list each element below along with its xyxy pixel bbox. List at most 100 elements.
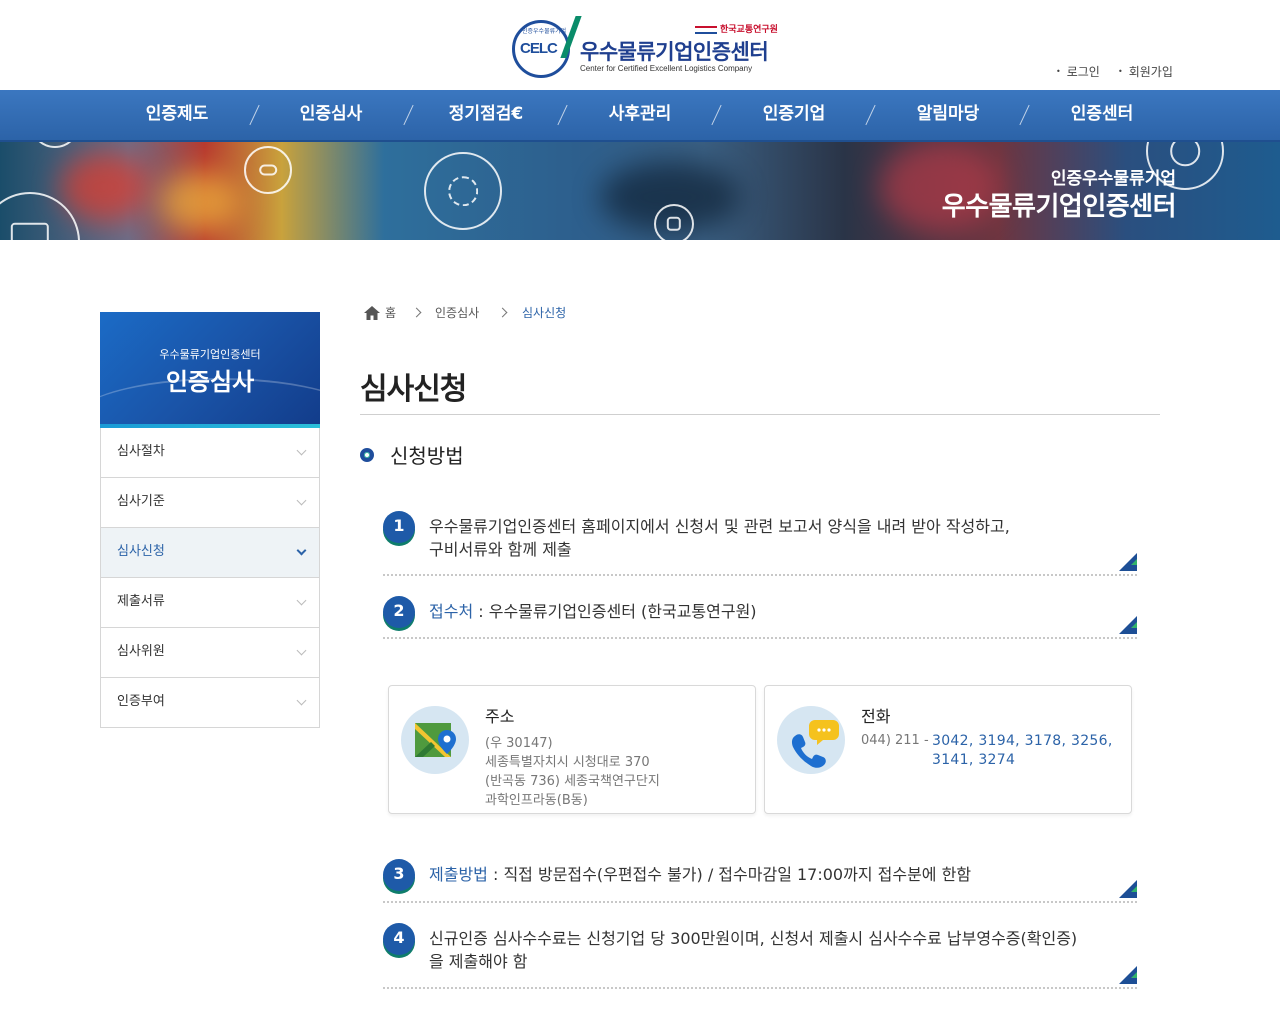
sidebar-item-label: 심사위원 bbox=[117, 644, 165, 659]
nav-separator bbox=[249, 104, 260, 126]
corner-triangle-icon bbox=[1119, 553, 1137, 571]
sidebar-item-review-committee[interactable]: 심사위원 bbox=[101, 628, 319, 678]
corner-triangle-icon bbox=[1119, 616, 1137, 634]
step-item: 4 신규인증 심사수수료는 신청기업 당 300만원이며, 신청서 제출시 심사… bbox=[383, 923, 1137, 989]
sidebar-item-label: 심사신청 bbox=[117, 544, 165, 559]
nav-item-certification-review[interactable]: 인증심사 bbox=[271, 90, 391, 140]
step-number-badge: 2 bbox=[383, 596, 415, 628]
hero-banner: 인증우수물류기업 우수물류기업인증센터 bbox=[0, 142, 1280, 240]
nav-separator bbox=[1019, 104, 1030, 126]
sidebar-item-certification-grant[interactable]: 인증부여 bbox=[101, 678, 319, 728]
address-card: 주소 (우 30147) 세종특별자치시 시청대로 370 (반곡동 736) … bbox=[388, 685, 756, 814]
site-header: 인증우수물류기업 CELC 한국교통연구원 우수물류기업인증센터 Center … bbox=[0, 0, 1280, 90]
banner-arc-icon bbox=[30, 142, 80, 148]
phone-numbers-line[interactable]: 3141, 3274 bbox=[932, 751, 1127, 770]
address-text: (우 30147) 세종특별자치시 시청대로 370 (반곡동 736) 세종국… bbox=[485, 734, 660, 810]
banner-wifi-icon-inner bbox=[448, 176, 478, 206]
chevron-down-icon bbox=[296, 645, 307, 656]
step-text-line: 우수물류기업인증센터 홈페이지에서 신청서 및 관련 보고서 양식을 내려 받아… bbox=[429, 517, 1010, 536]
logo-org-label: 한국교통연구원 bbox=[720, 25, 778, 35]
nav-separator bbox=[865, 104, 876, 126]
address-line: (반곡동 736) 세종국책연구단지 bbox=[485, 774, 660, 789]
nav-item-after-management[interactable]: 사후관리 bbox=[580, 90, 700, 140]
chevron-down-icon bbox=[296, 445, 307, 456]
sidebar-item-review-criteria[interactable]: 심사기준 bbox=[101, 478, 319, 528]
title-divider bbox=[360, 414, 1160, 415]
step-text: 제출방법 : 직접 방문접수(우편접수 불가) / 접수마감일 17:00까지 … bbox=[429, 863, 1119, 886]
login-link[interactable]: 로그인 bbox=[1056, 63, 1100, 80]
sidebar-title: 인증심사 bbox=[165, 368, 255, 396]
step-item: 3 제출방법 : 직접 방문접수(우편접수 불가) / 접수마감일 17:00까… bbox=[383, 859, 1137, 903]
step-text-body: : 우수물류기업인증센터 (한국교통연구원) bbox=[473, 602, 757, 621]
logo-org: 한국교통연구원 bbox=[695, 22, 778, 35]
home-icon[interactable] bbox=[364, 306, 380, 320]
nav-item-certification-center[interactable]: 인증센터 bbox=[1042, 90, 1162, 140]
banner-cloud-icon-inner bbox=[259, 164, 277, 176]
step-item: 2 접수처 : 우수물류기업인증센터 (한국교통연구원) bbox=[383, 596, 1137, 639]
section-bullet-icon bbox=[360, 448, 374, 462]
banner-title: 우수물류기업인증센터 bbox=[941, 192, 1177, 222]
step-number-badge: 3 bbox=[383, 859, 415, 891]
step-text-line: 구비서류와 함께 제출 bbox=[429, 540, 572, 559]
breadcrumb-home[interactable]: 홈 bbox=[385, 304, 396, 321]
phone-numbers-line[interactable]: 3042, 3194, 3178, 3256, bbox=[932, 732, 1127, 751]
breadcrumb-current: 심사신청 bbox=[522, 306, 567, 320]
step-text-line: 을 제출해야 함 bbox=[429, 952, 528, 971]
logo-name: 우수물류기업인증센터 bbox=[580, 40, 769, 64]
step-text-line: 신규인증 심사수수료는 신청기업 당 300만원이며, 신청서 제출시 심사수수… bbox=[429, 929, 1078, 948]
phone-chat-icon bbox=[777, 706, 845, 774]
step-item: 1 우수물류기업인증센터 홈페이지에서 신청서 및 관련 보고서 양식을 내려 … bbox=[383, 511, 1137, 576]
chevron-down-icon bbox=[296, 595, 307, 606]
corner-triangle-icon bbox=[1119, 880, 1137, 898]
signup-link[interactable]: 회원가입 bbox=[1118, 63, 1173, 80]
phone-title: 전화 bbox=[861, 707, 891, 726]
address-line: 세종특별자치시 시청대로 370 bbox=[485, 755, 650, 770]
breadcrumb-category[interactable]: 인증심사 bbox=[435, 304, 479, 321]
nav-separator bbox=[711, 104, 722, 126]
sidebar-item-label: 제출서류 bbox=[117, 594, 165, 609]
step-highlight: 제출방법 bbox=[429, 865, 488, 884]
sidebar-header: 우수물류기업인증센터 인증심사 bbox=[100, 312, 320, 428]
chevron-right-icon bbox=[497, 307, 508, 318]
banner-network-icon-inner bbox=[10, 222, 50, 240]
address-title: 주소 bbox=[485, 707, 515, 726]
step-number-badge: 4 bbox=[383, 923, 415, 955]
nav-item-notices[interactable]: 알림마당 bbox=[888, 90, 1008, 140]
nav-separator bbox=[403, 104, 414, 126]
nav-item-periodic-inspection[interactable]: 정기점검€ bbox=[426, 90, 546, 140]
map-pin-icon bbox=[401, 706, 469, 774]
chevron-down-icon bbox=[296, 545, 307, 556]
page-title: 심사신청 bbox=[360, 372, 467, 407]
address-line: (우 30147) bbox=[485, 736, 553, 751]
chevron-down-icon bbox=[296, 495, 307, 506]
sidebar-menu: 심사절차 심사기준 심사신청 제출서류 심사위원 인증부여 bbox=[100, 428, 320, 728]
chevron-down-icon bbox=[296, 695, 307, 706]
sidebar-item-review-procedure[interactable]: 심사절차 bbox=[101, 428, 319, 478]
step-text: 신규인증 심사수수료는 신청기업 당 300만원이며, 신청서 제출시 심사수수… bbox=[429, 927, 1129, 973]
nav-item-certification-system[interactable]: 인증제도 bbox=[117, 90, 237, 140]
banner-card-icon bbox=[654, 204, 694, 240]
sidebar-item-documents[interactable]: 제출서류 bbox=[101, 578, 319, 628]
sidebar-item-review-application[interactable]: 심사신청 bbox=[101, 528, 319, 578]
step-text: 접수처 : 우수물류기업인증센터 (한국교통연구원) bbox=[429, 600, 1089, 623]
nav-item-certified-companies[interactable]: 인증기업 bbox=[734, 90, 854, 140]
section-title: 신청방법 bbox=[390, 444, 464, 468]
banner-light bbox=[60, 152, 150, 222]
org-mark-icon bbox=[695, 25, 717, 34]
banner-cloud-icon bbox=[244, 146, 292, 194]
nav-separator bbox=[557, 104, 568, 126]
step-highlight: 접수처 bbox=[429, 602, 474, 621]
step-number-badge: 1 bbox=[383, 511, 415, 543]
site-logo[interactable]: 인증우수물류기업 CELC 한국교통연구원 우수물류기업인증센터 Center … bbox=[510, 16, 780, 80]
sidebar-item-label: 인증부여 bbox=[117, 694, 165, 709]
address-line: 과학인프라동(B동) bbox=[485, 793, 588, 808]
banner-upload-icon-inner bbox=[1170, 142, 1200, 166]
phone-card: 전화 044) 211 - 3042, 3194, 3178, 3256, 31… bbox=[764, 685, 1132, 814]
banner-wifi-icon bbox=[424, 152, 502, 230]
banner-card-icon-inner bbox=[666, 216, 682, 232]
step-text-body: : 직접 방문접수(우편접수 불가) / 접수마감일 17:00까지 접수분에 … bbox=[487, 865, 972, 884]
main-nav: 인증제도 인증심사 정기점검€ 사후관리 인증기업 알림마당 인증센터 bbox=[0, 90, 1280, 142]
sidebar-subtitle: 우수물류기업인증센터 bbox=[159, 348, 261, 361]
phone-numbers: 3042, 3194, 3178, 3256, 3141, 3274 bbox=[932, 732, 1127, 770]
sidebar-item-label: 심사절차 bbox=[117, 444, 165, 459]
